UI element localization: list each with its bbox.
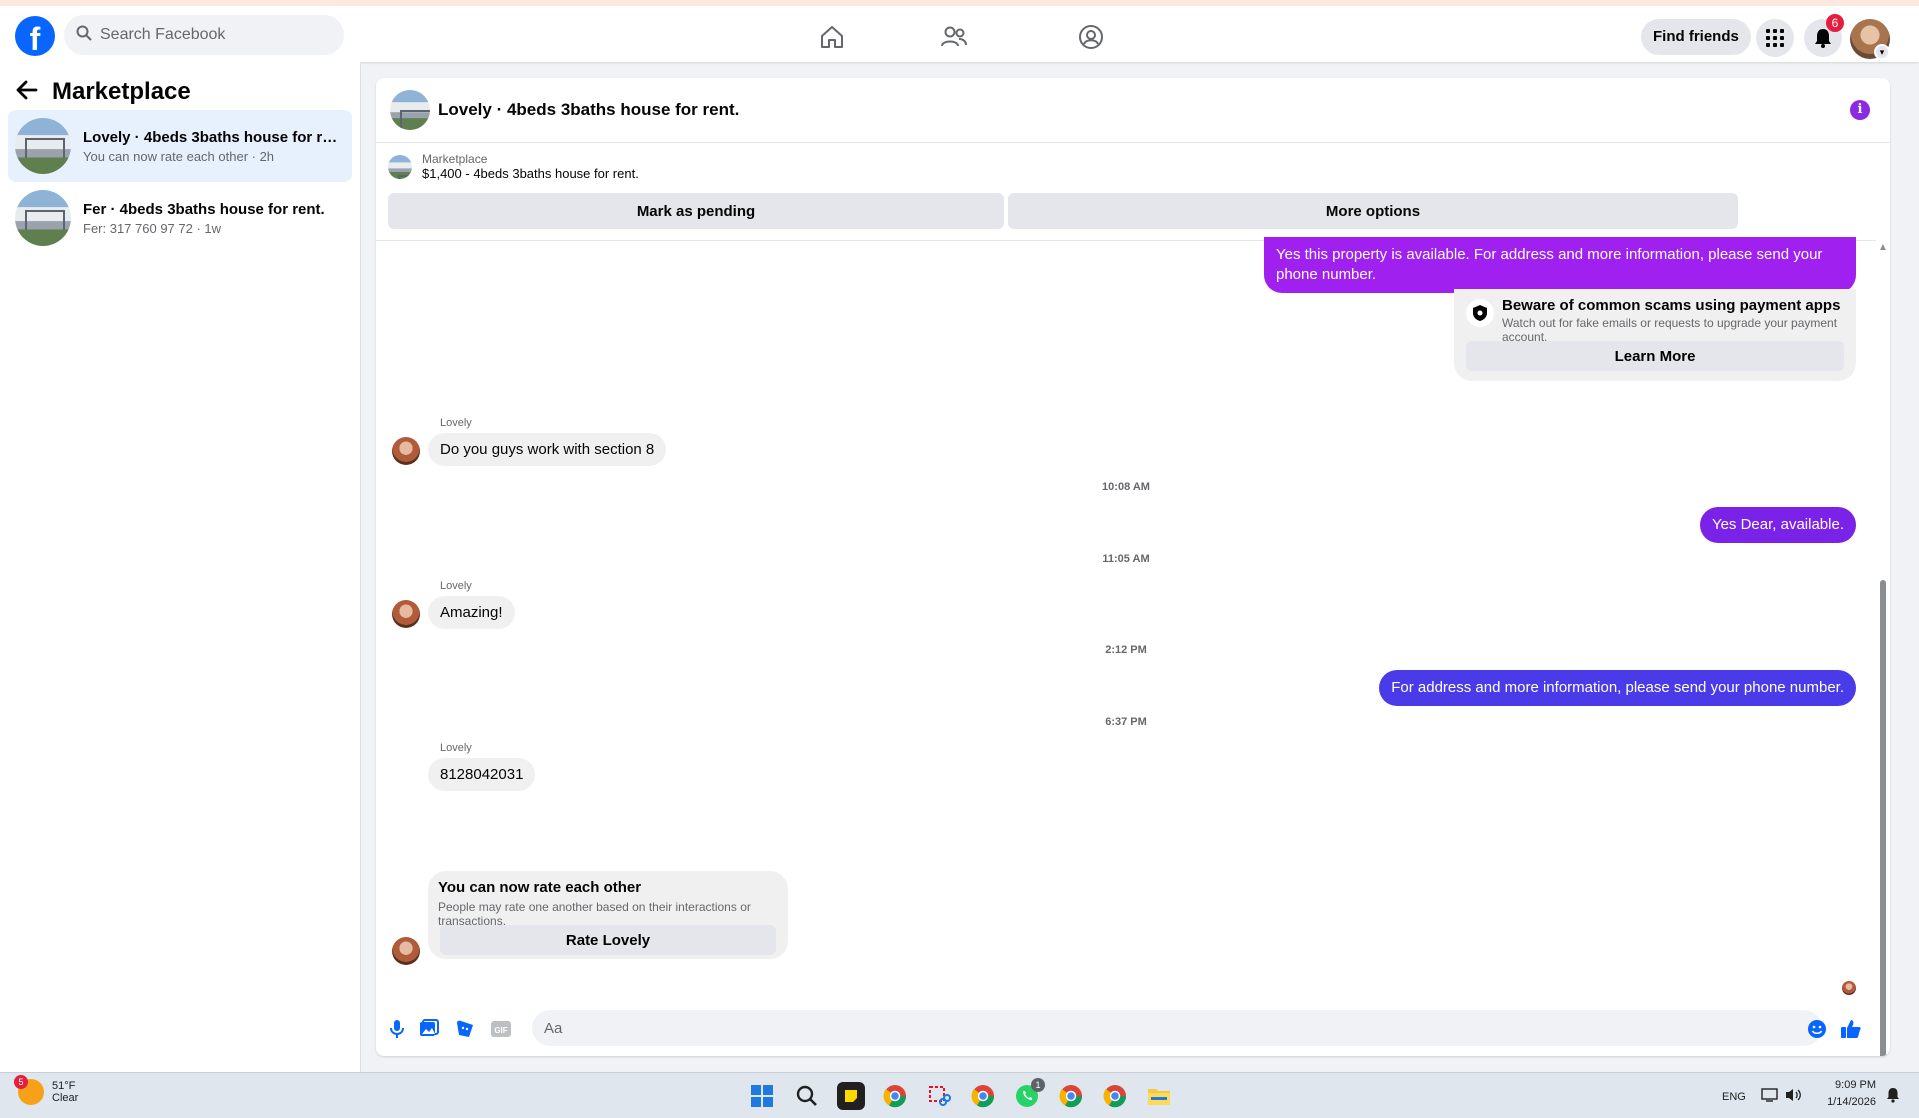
- scam-warning-card: Beware of common scams using payment app…: [1454, 289, 1856, 381]
- chat-window: Lovely · 4beds 3baths house for rent. i …: [376, 78, 1890, 1056]
- search-box[interactable]: [64, 15, 344, 55]
- whatsapp-badge: 1: [1031, 1078, 1045, 1092]
- incoming-message: Amazing!: [428, 596, 515, 629]
- sidebar-header: Marketplace: [16, 78, 191, 106]
- conversations-sidebar: Marketplace Lovely · 4beds 3baths house …: [0, 62, 361, 1072]
- message-timestamp: 2:12 PM: [1105, 644, 1147, 656]
- find-friends-button[interactable]: Find friends: [1641, 19, 1751, 55]
- conversation-title: Fer · 4beds 3baths house for rent.: [83, 200, 325, 218]
- listing-summary[interactable]: Marketplace $1,400 - 4beds 3baths house …: [388, 152, 639, 181]
- friends-icon[interactable]: [939, 22, 969, 52]
- chrome-profile-icon[interactable]: [881, 1082, 909, 1110]
- message-thread: Yes this property is available. For addr…: [376, 237, 1876, 1002]
- weather-temperature: 51°F: [52, 1080, 76, 1092]
- conversation-item[interactable]: Lovely · 4beds 3baths house for re... Yo…: [8, 110, 352, 182]
- mark-as-pending-button[interactable]: Mark as pending: [388, 193, 1004, 229]
- conversation-title: Lovely · 4beds 3baths house for re...: [83, 128, 343, 146]
- message-composer: GIF: [376, 1002, 1890, 1056]
- whatsapp-icon[interactable]: 1: [1013, 1078, 1045, 1110]
- chrome-profile-icon[interactable]: [1101, 1082, 1129, 1110]
- listing-thumbnail[interactable]: [390, 90, 430, 130]
- message-scrollbar[interactable]: ▲ ▼: [1876, 240, 1890, 1056]
- search-icon: [76, 25, 92, 46]
- rate-prompt-text: People may rate one another based on the…: [438, 900, 751, 928]
- language-indicator[interactable]: ENG: [1722, 1091, 1746, 1103]
- listing-thumbnail: [15, 190, 71, 246]
- chrome-icon[interactable]: [969, 1082, 997, 1110]
- volume-icon[interactable]: [1784, 1087, 1802, 1108]
- clock-date[interactable]: 1/14/2026: [1818, 1096, 1876, 1108]
- search-input[interactable]: [100, 26, 320, 44]
- back-arrow-icon[interactable]: [16, 80, 38, 105]
- listing-thumbnail: [388, 154, 412, 179]
- gif-icon[interactable]: GIF: [490, 1018, 512, 1040]
- thumbs-up-icon[interactable]: [1840, 1018, 1862, 1040]
- read-receipt-avatar: [1842, 981, 1856, 995]
- start-menu-icon[interactable]: [748, 1082, 776, 1110]
- scroll-down-arrow[interactable]: ▼: [1878, 982, 1888, 993]
- info-icon[interactable]: i: [1850, 100, 1870, 120]
- shield-icon: [1466, 299, 1494, 327]
- notification-count-badge: 6: [1826, 14, 1844, 32]
- bell-icon: [1815, 29, 1831, 48]
- sender-name: Lovely: [440, 417, 472, 429]
- facebook-logo[interactable]: f: [15, 16, 55, 57]
- rate-prompt-card: You can now rate each other People may r…: [428, 871, 788, 959]
- sender-name: Lovely: [440, 580, 472, 592]
- photo-icon[interactable]: [418, 1018, 440, 1040]
- chevron-down-icon[interactable]: ▾: [1874, 44, 1890, 60]
- rate-prompt-title: You can now rate each other: [438, 879, 642, 896]
- weather-widget[interactable]: 5 51°F Clear: [14, 1075, 79, 1105]
- gif-label: GIF: [494, 1026, 507, 1035]
- chat-title[interactable]: Lovely · 4beds 3baths house for rent.: [438, 100, 739, 120]
- sender-avatar[interactable]: [392, 437, 420, 465]
- search-icon[interactable]: [793, 1082, 821, 1110]
- network-icon[interactable]: [1761, 1087, 1779, 1108]
- file-explorer-icon[interactable]: [1145, 1082, 1173, 1110]
- grid-icon: [1766, 29, 1784, 47]
- top-navigation-bar: f Find friends 6 ▾: [0, 0, 1919, 62]
- listing-source: Marketplace: [422, 152, 488, 166]
- home-icon[interactable]: [817, 22, 847, 52]
- sender-avatar[interactable]: [392, 937, 420, 965]
- chat-header: Lovely · 4beds 3baths house for rent. i: [376, 78, 1890, 143]
- weather-sun-icon: 5: [14, 1075, 44, 1105]
- message-timestamp: 10:08 AM: [1102, 481, 1150, 493]
- apps-menu-button[interactable]: [1756, 19, 1794, 57]
- message-input[interactable]: [532, 1010, 1822, 1046]
- incoming-message: 8128042031: [428, 758, 536, 791]
- groups-icon[interactable]: [1076, 22, 1106, 52]
- outgoing-message: Yes this property is available. For addr…: [1264, 237, 1856, 293]
- more-options-button[interactable]: More options: [1008, 193, 1738, 229]
- emoji-icon[interactable]: [1806, 1018, 1828, 1040]
- message-timestamp: 6:37 PM: [1105, 716, 1147, 728]
- sender-name: Lovely: [440, 742, 472, 754]
- page-title: Marketplace: [52, 78, 191, 105]
- conversation-preview: You can now rate each other · 2h: [83, 148, 275, 164]
- conversation-preview: Fer: 317 760 97 72 · 1w: [83, 220, 222, 236]
- sender-avatar[interactable]: [392, 600, 420, 628]
- conversation-item[interactable]: Fer · 4beds 3baths house for rent. Fer: …: [8, 182, 352, 254]
- clock-time[interactable]: 9:09 PM: [1828, 1079, 1876, 1091]
- listing-price: $1,400 - 4beds 3baths house for rent.: [422, 166, 639, 181]
- scam-warning-title: Beware of common scams using payment app…: [1502, 297, 1841, 314]
- sticky-notes-icon[interactable]: [837, 1082, 865, 1110]
- notification-bell-icon[interactable]: [1886, 1087, 1900, 1108]
- snipping-tool-icon[interactable]: [925, 1082, 953, 1110]
- rate-lovely-button[interactable]: Rate Lovely: [440, 925, 776, 955]
- weather-alert-badge: 5: [14, 1075, 28, 1089]
- incoming-message: Do you guys work with section 8: [428, 433, 667, 466]
- windows-taskbar: 5 51°F Clear 1 ENG 9:09 PM 1/14/2026: [0, 1072, 1919, 1118]
- message-timestamp: 11:05 AM: [1102, 553, 1150, 565]
- scam-warning-text: Watch out for fake emails or requests to…: [1502, 316, 1838, 344]
- scroll-up-arrow[interactable]: ▲: [1878, 242, 1888, 253]
- weather-condition: Clear: [52, 1092, 79, 1104]
- outgoing-message: For address and more information, please…: [1379, 670, 1856, 706]
- learn-more-button[interactable]: Learn More: [1466, 341, 1844, 371]
- listing-thumbnail: [15, 118, 71, 174]
- outgoing-message: Yes Dear, available.: [1699, 507, 1856, 543]
- sticker-icon[interactable]: [454, 1018, 476, 1040]
- chrome-profile-icon[interactable]: [1057, 1082, 1085, 1110]
- microphone-icon[interactable]: [386, 1018, 408, 1040]
